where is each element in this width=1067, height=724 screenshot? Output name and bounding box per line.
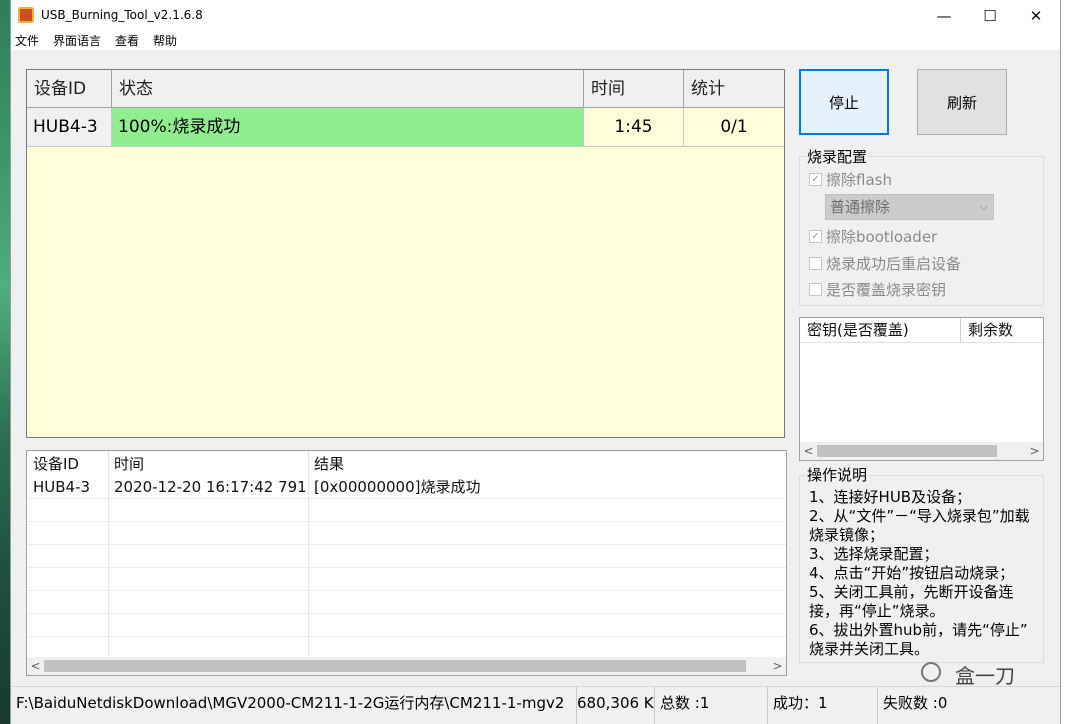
menu-language[interactable]: 界面语言 [53,32,101,50]
instruction-line: 接，再“停止”烧录。 [809,602,945,620]
device-table: 设备ID 状态 时间 统计 HUB4-3 100%:烧录成功 1:45 0/1 [26,69,785,438]
checkbox-checked-icon: ✓ [809,229,822,243]
device-status-cell[interactable]: 100%:烧录成功 [112,108,584,147]
instruction-line: 5、关闭工具前，先断开设备连 [809,583,1014,601]
client-area: 设备ID 状态 时间 统计 HUB4-3 100%:烧录成功 1:45 0/1 … [11,50,1060,688]
reboot-after-label: 烧录成功后重启设备 [826,254,962,273]
instructions-legend: 操作说明 [805,464,870,485]
checkbox-unchecked-icon [809,282,822,296]
burn-config-legend: 烧录配置 [805,146,870,167]
status-bar: F:\BaiduNetdiskDownload\MGV2000-CM211-1-… [11,686,1060,724]
log-header-time[interactable]: 时间 [108,451,308,476]
scroll-thumb[interactable] [817,445,997,457]
log-header-result[interactable]: 结果 [308,451,608,476]
desktop-background [0,0,10,724]
reboot-after-checkbox[interactable]: 烧录成功后重启设备 [809,253,961,273]
erase-bootloader-label: 擦除bootloader [826,227,938,246]
scroll-right-arrow-icon[interactable]: > [1026,442,1043,460]
log-row-device-id[interactable]: HUB4-3 [27,476,108,498]
overwrite-key-checkbox[interactable]: 是否覆盖烧录密钥 [809,279,946,299]
log-row-time[interactable]: 2020-12-20 16:17:42 791 [108,476,308,498]
scroll-left-arrow-icon[interactable]: < [27,657,44,675]
window-title: USB_Burning_Tool_v2.1.6.8 [41,8,203,22]
menu-bar: 文件 界面语言 查看 帮助 [11,32,1060,50]
instruction-line: 3、选择烧录配置； [809,545,939,563]
instructions-text: 1、连接好HUB及设备； 2、从“文件”－“导入烧录包”加载 烧录镜像； 3、选… [809,488,1043,659]
erase-mode-value: 普通擦除 [830,198,891,216]
minimize-button[interactable]: — [921,0,967,32]
erase-bootloader-checkbox[interactable]: ✓ 擦除bootloader [809,226,937,246]
log-header-device-id[interactable]: 设备ID [27,451,108,476]
title-bar[interactable]: USB_Burning_Tool_v2.1.6.8 — ☐ ✕ [11,0,1060,32]
instruction-line: 烧录镜像； [809,526,885,544]
scroll-left-arrow-icon[interactable]: < [800,442,817,460]
status-total: 总数 :1 [655,687,768,724]
device-count-cell: 0/1 [684,108,784,147]
column-header-device-id[interactable]: 设备ID [27,70,112,108]
scroll-thumb[interactable] [44,660,746,672]
close-button[interactable]: ✕ [1013,0,1059,32]
key-header-key[interactable]: 密钥(是否覆盖) [800,318,961,343]
stop-button[interactable]: 停止 [799,69,889,135]
instruction-line: 4、点击“开始”按钮启动烧录； [809,564,1015,582]
status-fail: 失败数 :0 [883,694,948,712]
app-window: USB_Burning_Tool_v2.1.6.8 — ☐ ✕ 文件 界面语言 … [10,0,1061,724]
log-table: 设备ID 时间 结果 HUB4-3 2020-12-20 16:17:42 79… [26,450,787,676]
grid-line [27,567,786,568]
menu-help[interactable]: 帮助 [153,32,177,50]
watermark-text: 盒一刀 [955,664,1015,688]
device-time-cell: 1:45 [584,108,684,147]
key-header-remaining[interactable]: 剩余数 [961,318,1043,343]
refresh-button[interactable]: 刷新 [917,69,1007,135]
maximize-button[interactable]: ☐ [967,0,1013,32]
instruction-line: 6、拔出外置hub前，请先“停止” [809,621,1028,639]
grid-line [27,613,786,614]
overwrite-key-label: 是否覆盖烧录密钥 [826,280,947,299]
instruction-line: 1、连接好HUB及设备； [809,488,972,506]
column-header-count[interactable]: 统计 [684,70,784,108]
device-id-cell[interactable]: HUB4-3 [27,108,112,147]
checkbox-checked-icon: ✓ [809,172,822,186]
grid-line [27,498,786,499]
grid-line [27,521,786,522]
status-file-path: F:\BaiduNetdiskDownload\MGV2000-CM211-1-… [11,687,577,724]
menu-file[interactable]: 文件 [15,32,39,50]
erase-flash-label: 擦除flash [826,170,892,189]
grid-line [27,590,786,591]
key-list[interactable]: 密钥(是否覆盖) 剩余数 < > [799,317,1044,461]
key-list-horizontal-scrollbar[interactable]: < > [800,442,1043,460]
menu-view[interactable]: 查看 [115,32,139,50]
column-header-time[interactable]: 时间 [584,70,684,108]
grid-line [27,544,786,545]
watermark-logo-icon [921,662,941,682]
grid-line [27,636,786,637]
instruction-line: 2、从“文件”－“导入烧录包”加载 [809,507,1030,525]
chevron-down-icon: ⌵ [979,200,988,213]
instruction-line: 烧录并关闭工具。 [809,640,930,658]
checkbox-unchecked-icon [809,256,822,270]
status-success: 成功：1 [768,687,878,724]
erase-flash-checkbox[interactable]: ✓ 擦除flash [809,169,892,189]
status-file-size: 680,306 KB [577,687,655,724]
log-horizontal-scrollbar[interactable]: < > [27,657,786,675]
log-row-result[interactable]: [0x00000000]烧录成功 [308,476,608,498]
erase-mode-select[interactable]: 普通擦除 ⌵ [825,194,994,220]
column-header-status[interactable]: 状态 [112,70,584,108]
app-icon [18,7,34,23]
scroll-right-arrow-icon[interactable]: > [769,657,786,675]
